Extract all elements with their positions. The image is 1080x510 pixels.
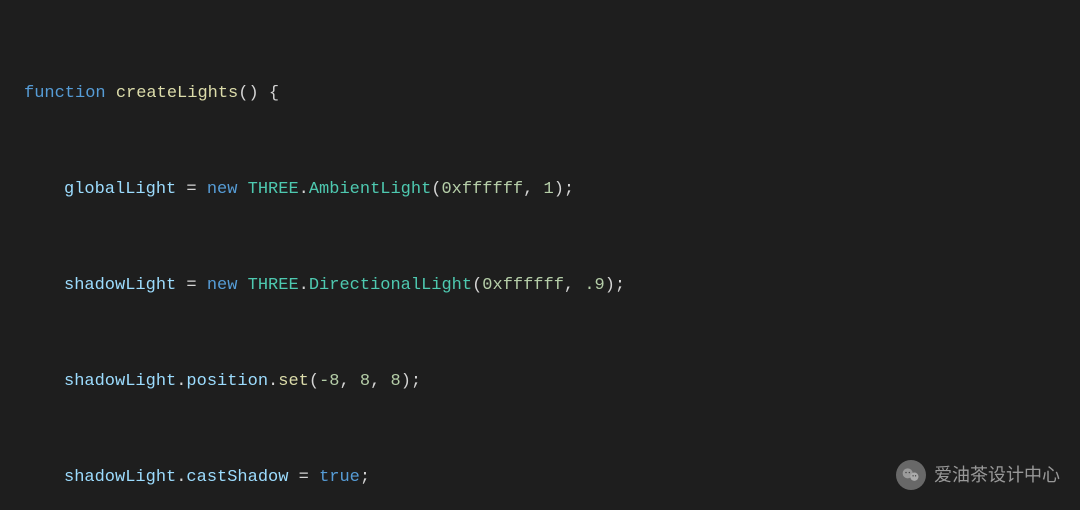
code-line: globalLight = new THREE.AmbientLight(0xf… — [24, 174, 1080, 206]
brace-open: { — [269, 84, 279, 103]
keyword-new: new — [207, 180, 238, 199]
code-editor: function createLights() { globalLight = … — [0, 0, 1080, 510]
code-line: function createLights() { — [24, 78, 1080, 110]
code-line: shadowLight.position.set(-8, 8, 8); — [24, 366, 1080, 398]
function-name: createLights — [116, 84, 238, 103]
keyword-new: new — [207, 276, 238, 295]
keyword-function: function — [24, 84, 106, 103]
code-line: shadowLight.castShadow = true; — [24, 462, 1080, 494]
code-line: shadowLight = new THREE.DirectionalLight… — [24, 270, 1080, 302]
keyword-true: true — [319, 468, 360, 487]
